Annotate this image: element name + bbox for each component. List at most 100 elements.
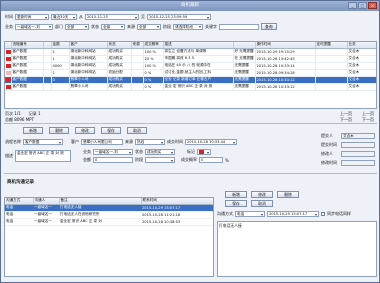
table-row[interactable]: 客户数据 翡翠小人司 成功购买 0 % 金业 宏 常识 ABC 正 录 对 测无需提醒 2… — [5, 83, 376, 91]
history-date-input[interactable]: 2015-10-29 15:07:17 — [267, 211, 319, 217]
cell-status: 成功购买 — [107, 62, 132, 70]
cell-desc: 金业 宏 常识 ABC 正 录 对 测 — [163, 83, 234, 91]
detail-status-select[interactable]: 成功购买 — [145, 149, 175, 155]
history-content-textarea[interactable]: 打电话无人接 — [217, 221, 377, 277]
department-label: 部门 — [55, 23, 63, 29]
filter-row-1: 时间 更新时间 最近30天 从 2015-11-25 至 2015-12-25 … — [5, 14, 211, 20]
amount-label: 金额 — [83, 157, 91, 162]
cell-prob: 0 % — [143, 76, 164, 84]
table-row[interactable]: 客户数据 4000 湖北新中科网站 成功购买 100 % 电话在 40 示 八 的 轻源中… — [5, 62, 376, 70]
status-select[interactable]: 全部 — [101, 23, 125, 30]
sync-checkbox[interactable] — [321, 212, 325, 216]
close-button[interactable]: × — [368, 2, 377, 9]
main-window: 商机跟踪 _ □ × 时间 更新时间 最近30天 从 2015-11-25 至 … — [0, 0, 380, 283]
department-select[interactable]: 全部 — [65, 23, 89, 30]
flag-icon — [6, 56, 10, 61]
detail-row-2: 描述 金业宏 常识 ABC 正 录 对 测 业务 一级域名一-刘 状态 成功购买… — [5, 149, 229, 163]
cell-amount: 0 — [51, 76, 70, 84]
history-editor: 新增 修改 删除 保存 取消 沟通方式 电话 2015-10-29 15:07:… — [217, 189, 377, 279]
new-button[interactable]: 新增 — [23, 127, 43, 134]
customer-field[interactable]: 翡翠小人司限公司 — [81, 139, 123, 145]
cell-source — [131, 76, 144, 84]
detail-owner-label: 业务 — [83, 149, 91, 154]
flag-icon — [6, 84, 10, 89]
rate-field[interactable]: 0 — [199, 157, 223, 163]
cancel-button[interactable]: 取消 — [127, 127, 147, 134]
from-date-input[interactable]: 2015-11-25 — [85, 14, 139, 20]
history-method-row: 沟通方式 电话 2015-10-29 15:07:17 同步电话同样 — [217, 211, 351, 217]
mark-select[interactable] — [197, 149, 211, 155]
flag-icon — [6, 49, 10, 54]
cell-remind — [315, 55, 348, 63]
audit-label-3: 修改人 — [321, 151, 333, 156]
history-cell-time: 2015-10-29 15:07:17 — [141, 204, 213, 212]
stage-select-detail[interactable] — [145, 157, 175, 163]
maximize-button[interactable]: □ — [358, 2, 367, 9]
history-row[interactable]: 电话 一级域名一 打电话无人接 2015-10-29 15:07:17 — [5, 204, 213, 212]
keyword-input[interactable] — [219, 23, 259, 30]
history-body: 电话 一级域名一 打电话无人接 2015-10-29 15:07:17 电话 一级域名一打… — [5, 204, 213, 226]
to-date-input[interactable]: 2015-12-25 23:59:59 — [147, 14, 211, 20]
desc-field[interactable]: 金业宏 常识 ABC 正 录 对 测 — [15, 150, 71, 162]
cell-amount: 4000 — [51, 62, 70, 70]
deal-time-input[interactable]: 2015-10-28 10:33:44 — [185, 139, 237, 145]
divider-2 — [4, 173, 377, 174]
delete-button[interactable]: 删除 — [49, 127, 69, 134]
table-row[interactable]: 客户数据 1 湖北新中科网站 成功购买 100 % 将生立 设置方法与 单调等好 无需提醒… — [5, 48, 376, 56]
detail-source-select[interactable]: 热线 — [135, 139, 165, 145]
owner-label: 业务 — [5, 23, 13, 29]
cell-extra: 无需提醒 — [233, 76, 256, 84]
cell-desc: 将生立 设置方法与 单调等 — [163, 48, 234, 56]
audit-value-1: 艾合木 — [341, 133, 375, 139]
table-row[interactable]: 客户数据 1 湖北新中科网站 成功购买 20 % 币国期 将改 8 3 5. 在 无需提醒 2… — [5, 55, 376, 63]
history-table: 沟通方式 沟通人 备注 联系时间 电话 一级域名一 打电话无人接 2015-10-29 15… — [4, 197, 214, 277]
action-bar: 新增 删除 修改 保存 取消 — [23, 127, 147, 134]
history-row[interactable]: 电话 一级域名一 打电话无人在说他研究所 2015-10-28 11:21:18 — [5, 211, 213, 219]
stage-select[interactable]: 请选择阶段 — [173, 23, 203, 30]
amount-field[interactable]: 0 — [93, 157, 133, 163]
deal-time-label: 成交时间 — [167, 139, 183, 144]
history-button-row-1: 新增 修改 删除 — [225, 191, 299, 198]
audit-value-3 — [341, 151, 375, 157]
cell-source — [131, 48, 144, 56]
history-save-button[interactable]: 保存 — [225, 200, 247, 207]
cell-status: 成功购买 — [107, 55, 132, 63]
table-row[interactable]: 客户数据 0 翡翠小人司 成功购买 0 % 全安 记录 新增订单 在哪去户 无需提醒 2015… — [5, 76, 376, 84]
table-row[interactable]: 客户数据 1 湖北新中科网站 初始分配 0 % 试订业,金额,就主人的回,工料 无需提醒 20… — [5, 69, 376, 77]
search-button[interactable]: 查询 — [261, 23, 277, 30]
save-button[interactable]: 保存 — [101, 127, 121, 134]
history-cell-time: 2015-10-28 11:21:18 — [141, 211, 213, 219]
history-title: 商机沟通记录 — [7, 180, 34, 185]
history-delete-button[interactable]: 删除 — [277, 191, 299, 198]
history-edit-button[interactable]: 修改 — [251, 191, 273, 198]
history-cell-person: 一级域名一 — [33, 211, 59, 219]
cell-customer: 翡翠小人司 — [69, 76, 108, 84]
cell-remind — [315, 48, 348, 56]
audit-row-2: 提交时间 — [321, 142, 375, 148]
cell-desc: 试订业,金额,就主人的回,工料 — [163, 69, 234, 77]
stage-label: 阶段 — [163, 23, 171, 29]
method-select[interactable]: 电话 — [235, 211, 265, 217]
audit-value-4 — [341, 160, 375, 166]
history-row[interactable]: 电话 一级域名一 金业宏 常识 ABC 正 录 对 2015-10-28 10:38:… — [5, 218, 213, 226]
cell-amount: 1 — [51, 48, 70, 56]
cell-blank — [43, 48, 52, 56]
audit-label-2: 提交时间 — [321, 142, 337, 147]
stage-label-detail: 阶段 — [135, 157, 143, 162]
source-select[interactable]: 全部 — [137, 23, 161, 30]
history-new-button[interactable]: 新增 — [225, 191, 247, 198]
history-cell-note: 打电话无人在说他研究所 — [59, 211, 141, 219]
flow-select[interactable]: 客户数据 — [23, 139, 63, 145]
history-cell-person: 一级域名一 — [33, 218, 59, 226]
flag-icon — [6, 77, 10, 82]
minimize-button[interactable]: _ — [348, 2, 357, 9]
owner-select[interactable]: 一级域名一-刘 — [15, 23, 53, 30]
time-range-select[interactable]: 最近30天 — [51, 14, 77, 20]
detail-owner-select[interactable]: 一级域名一-刘 — [93, 149, 133, 155]
history-cell-person: 一级域名一 — [33, 204, 59, 212]
history-cancel-button[interactable]: 取消 — [251, 200, 273, 207]
time-type-select[interactable]: 更新时间 — [15, 14, 49, 20]
amount-row: 金额 0 阶段 成交概率 0 % — [83, 157, 229, 163]
cell-user: 艾合木 — [347, 83, 376, 91]
edit-button[interactable]: 修改 — [75, 127, 95, 134]
